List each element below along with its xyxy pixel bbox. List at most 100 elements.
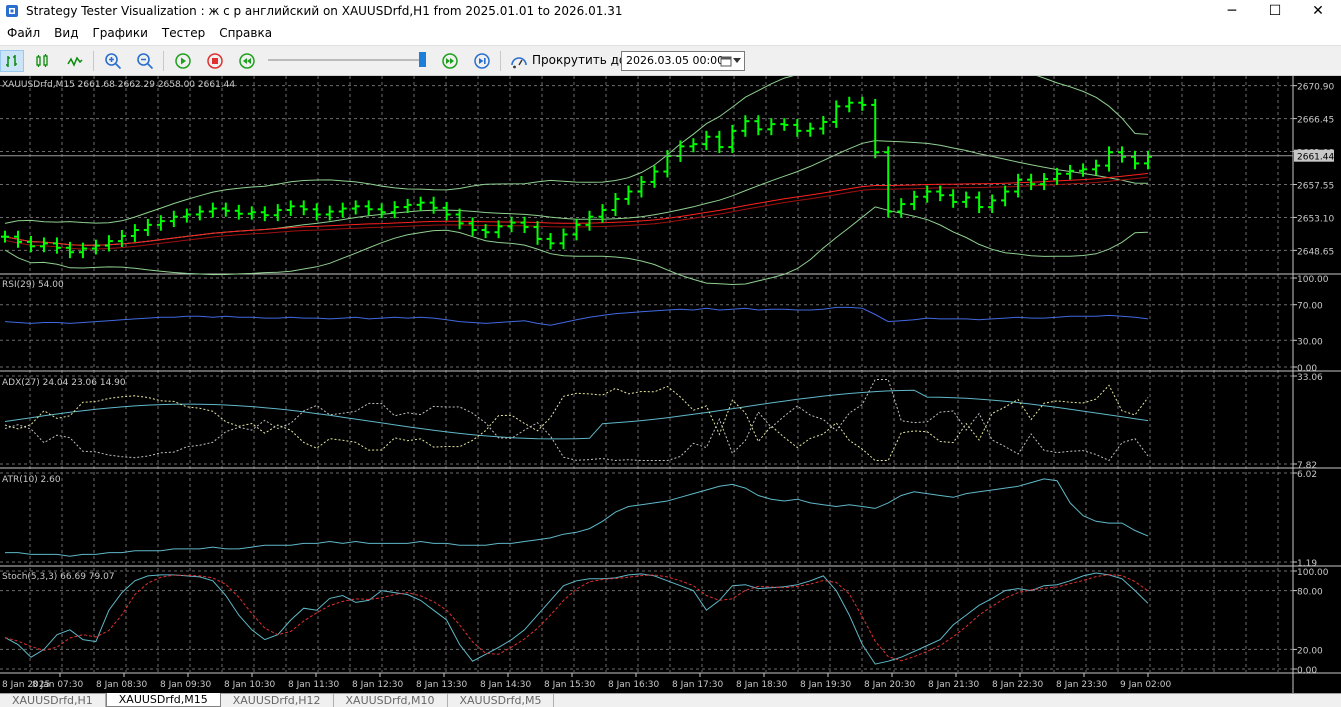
- title-bar: Strategy Tester Visualization : ж с р ан…: [0, 0, 1341, 22]
- skip-to-end-button[interactable]: [470, 50, 494, 72]
- time-axis-label: 8 Jan 08:30: [96, 680, 148, 690]
- chart-plot: [0, 62, 1293, 665]
- price-level-label: 2670.90: [1297, 83, 1334, 93]
- maximize-button[interactable]: ☐: [1252, 0, 1298, 22]
- speed-up-button[interactable]: [438, 50, 462, 72]
- time-axis-label: 9 Jan 02:00: [1120, 680, 1172, 690]
- atr-label: ATR(10) 2.60: [2, 475, 61, 485]
- time-axis-label: 8 Jan 10:30: [224, 680, 276, 690]
- stoch-level-label: 80.00: [1297, 588, 1323, 598]
- tab-m5[interactable]: XAUUSDrfd,M5: [448, 694, 555, 707]
- time-axis-label: 8 Jan 13:30: [416, 680, 468, 690]
- zoom-in-button[interactable]: [101, 50, 125, 72]
- minimize-button[interactable]: ─: [1209, 0, 1255, 22]
- adx-line: [4, 389, 1149, 440]
- toolbar-separator: [500, 51, 501, 71]
- stop-button[interactable]: [203, 50, 227, 72]
- time-axis-label: 8 Jan 17:30: [672, 680, 724, 690]
- adx-minus-di-line: [4, 379, 1149, 462]
- time-axis-label: 8 Jan 07:30: [32, 680, 84, 690]
- bar-chart-button[interactable]: [0, 50, 24, 72]
- current-price-label: 2661.44: [1297, 153, 1334, 163]
- app-icon: [6, 5, 18, 17]
- stoch-level-label: 20.00: [1297, 646, 1323, 656]
- rewind-icon: [239, 53, 255, 69]
- time-axis-label: 8 Jan 15:30: [544, 680, 596, 690]
- line-chart-icon: [67, 56, 83, 67]
- tab-m15[interactable]: XAUUSDrfd,M15: [105, 693, 221, 707]
- time-axis-label: 8 Jan 14:30: [480, 680, 532, 690]
- menu-help[interactable]: Справка: [212, 26, 279, 40]
- time-axis-label: 8 Jan 22:30: [992, 680, 1044, 690]
- fast-forward-icon: [442, 53, 458, 69]
- rsi-level-label: 70.00: [1297, 302, 1323, 312]
- toolbar-separator: [93, 51, 94, 71]
- rsi-label: RSI(29) 54.00: [2, 280, 64, 290]
- chart-tabs: XAUUSDrfd,H1 XAUUSDrfd,M15 XAUUSDrfd,H12…: [0, 693, 1341, 707]
- adx-level-label: 33.06: [1297, 373, 1323, 383]
- time-axis-label: 8 Jan 18:30: [736, 680, 788, 690]
- time-axis-label: 8 Jan 21:30: [928, 680, 980, 690]
- menu-file[interactable]: Файл: [0, 26, 47, 40]
- tab-h12[interactable]: XAUUSDrfd,H12: [221, 694, 334, 707]
- calendar-icon[interactable]: [720, 55, 732, 67]
- menu-tester[interactable]: Тестер: [155, 26, 212, 40]
- rsi-level-label: 100.00: [1297, 275, 1329, 285]
- stoch-main-line: [4, 572, 1149, 665]
- time-axis-label: 8 Jan 23:30: [1056, 680, 1108, 690]
- candlestick-icon: [36, 54, 48, 67]
- zoom-out-icon: [137, 53, 154, 70]
- atr-line: [5, 478, 1149, 557]
- stop-icon: [207, 53, 223, 69]
- tab-h1[interactable]: XAUUSDrfd,H1: [0, 694, 106, 707]
- speed-slider-track[interactable]: [268, 59, 426, 61]
- main-chart-label: XAUUSDrfd,M15 2661.68 2662.29 2658.00 26…: [2, 80, 235, 90]
- toolbar-separator: [163, 51, 164, 71]
- speedometer-icon: [511, 57, 527, 69]
- speed-slider-thumb[interactable]: [419, 52, 426, 67]
- chevron-down-icon[interactable]: [733, 58, 741, 64]
- zoom-out-button[interactable]: [133, 50, 157, 72]
- zoom-in-icon: [105, 53, 122, 70]
- stoch-level-label: 100.00: [1297, 568, 1329, 578]
- scroll-to-label: Прокрутить до: [532, 53, 627, 67]
- stoch-level-label: 0.00: [1297, 666, 1317, 676]
- bollinger-upper-line: [4, 62, 1149, 224]
- time-axis-label: 8 Jan 20:30: [864, 680, 916, 690]
- close-button[interactable]: ✕: [1295, 0, 1341, 22]
- chart-area[interactable]: 2670.902666.452662.002657.552653.102648.…: [0, 62, 1341, 693]
- price-level-label: 2648.65: [1297, 247, 1334, 257]
- price-level-label: 2666.45: [1297, 116, 1334, 126]
- time-axis-label: 8 Jan 19:30: [800, 680, 852, 690]
- play-button[interactable]: [171, 50, 195, 72]
- line-chart-button[interactable]: [63, 50, 87, 72]
- stoch-label: Stoch(5,3,3) 66.69 79.07: [2, 572, 115, 582]
- scroll-date-value: 2026.03.05 00:00: [626, 54, 725, 67]
- play-icon: [175, 53, 191, 69]
- menu-view[interactable]: Вид: [47, 26, 85, 40]
- adx-plus-di-line: [4, 384, 1149, 461]
- chart-canvas[interactable]: 2670.902666.452662.002657.552653.102648.…: [0, 62, 1341, 693]
- scroll-date-input[interactable]: 2026.03.05 00:00: [621, 51, 745, 71]
- rsi-line: [4, 306, 1149, 326]
- time-axis-label: 8 Jan 16:30: [608, 680, 660, 690]
- slow-down-button[interactable]: [235, 50, 259, 72]
- stoch-signal-line: [4, 574, 1149, 662]
- price-level-label: 2653.10: [1297, 214, 1334, 224]
- window-title: Strategy Tester Visualization : ж с р ан…: [26, 4, 623, 18]
- menu-charts[interactable]: Графики: [85, 26, 154, 40]
- bollinger-lower-line: [4, 206, 1149, 286]
- candle-chart-button[interactable]: [30, 50, 54, 72]
- scroll-to-button[interactable]: [507, 50, 531, 72]
- time-axis-label: 8 Jan 09:30: [160, 680, 212, 690]
- menu-bar: Файл Вид Графики Тестер Справка: [0, 22, 1341, 44]
- price-level-label: 2657.55: [1297, 181, 1334, 191]
- rsi-level-label: 30.00: [1297, 337, 1323, 347]
- atr-level-label: 6.02: [1297, 470, 1317, 480]
- adx-label: ADX(27) 24.04 23.06 14.90: [2, 378, 126, 388]
- time-axis-label: 8 Jan 11:30: [288, 680, 340, 690]
- bar-chart-icon: [6, 55, 17, 67]
- time-axis-label: 8 Jan 12:30: [352, 680, 404, 690]
- skip-end-icon: [474, 53, 490, 69]
- tab-m10[interactable]: XAUUSDrfd,M10: [334, 694, 448, 707]
